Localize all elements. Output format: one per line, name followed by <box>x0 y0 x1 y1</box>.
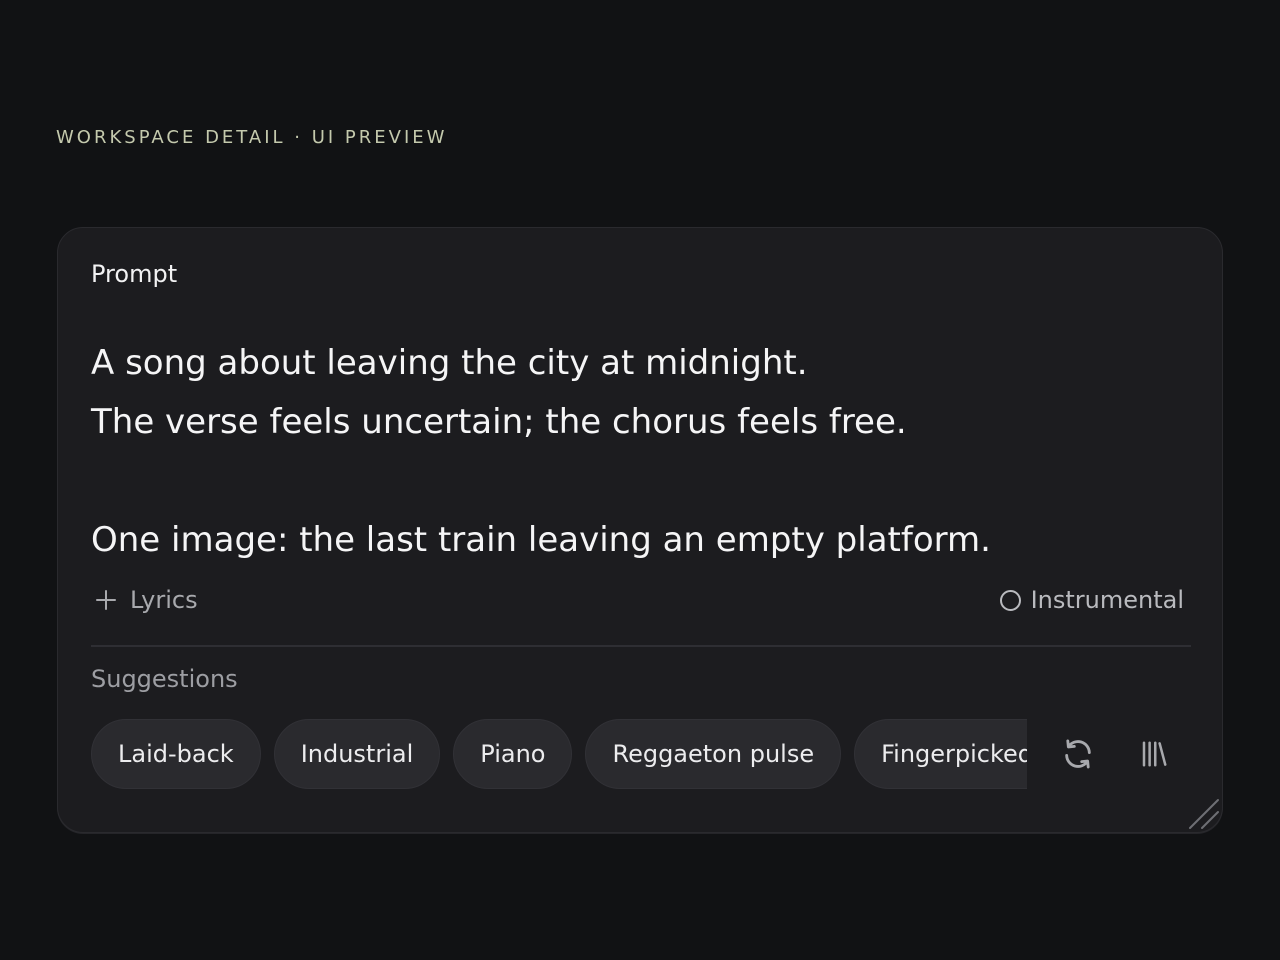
plus-icon <box>96 590 116 610</box>
instrumental-label: Instrumental <box>1030 586 1184 614</box>
suggestions-title: Suggestions <box>91 665 238 693</box>
lyrics-label: Lyrics <box>130 586 198 614</box>
suggestion-chip[interactable]: Reggaeton pulse <box>585 719 842 789</box>
suggestion-chip[interactable]: Piano <box>453 719 573 789</box>
prompt-card: Prompt A song about leaving the city at … <box>57 227 1223 833</box>
refresh-icon <box>1065 739 1091 769</box>
suggestion-chip[interactable]: Fingerpicked gu <box>854 719 1027 789</box>
page: WORKSPACE DETAIL · UI PREVIEW Prompt A s… <box>0 0 1280 960</box>
refresh-suggestions-button[interactable] <box>1058 734 1098 774</box>
prompt-title: Prompt <box>91 260 178 288</box>
radio-icon <box>999 589 1021 611</box>
library-icon <box>1142 741 1167 767</box>
divider <box>91 645 1191 647</box>
suggestion-chip[interactable]: Industrial <box>273 719 441 789</box>
suggestion-chips: Laid-back Industrial Piano Reggaeton pul… <box>91 719 1027 791</box>
resize-grip-icon[interactable] <box>1186 796 1220 830</box>
page-eyebrow: WORKSPACE DETAIL · UI PREVIEW <box>56 127 448 148</box>
library-button[interactable] <box>1134 734 1174 774</box>
prompt-textarea[interactable]: A song about leaving the city at midnigh… <box>91 334 1191 570</box>
suggestion-chip[interactable]: Laid-back <box>91 719 261 789</box>
instrumental-toggle[interactable]: Instrumental <box>999 580 1184 620</box>
add-lyrics-button[interactable]: Lyrics <box>96 580 198 620</box>
